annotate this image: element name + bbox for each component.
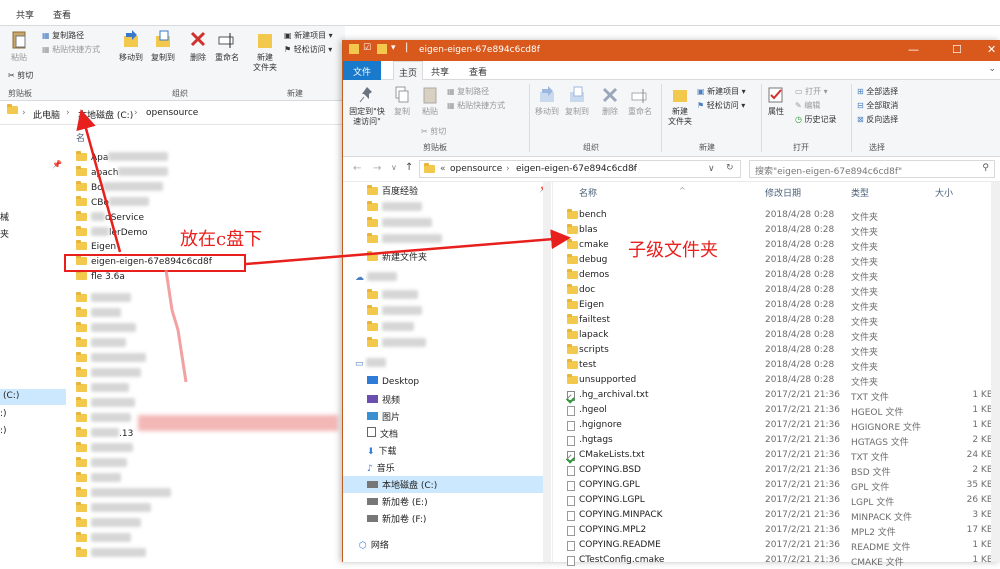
annotation-subfolder: 子级文件夹 xyxy=(628,240,718,261)
annotation-layer xyxy=(76,109,571,383)
annotation-put-in-c: 放在c盘下 xyxy=(180,229,263,250)
arrow-to-subfolders xyxy=(245,229,571,266)
blurred-arrow xyxy=(164,269,188,383)
arrow-to-address xyxy=(76,109,122,253)
